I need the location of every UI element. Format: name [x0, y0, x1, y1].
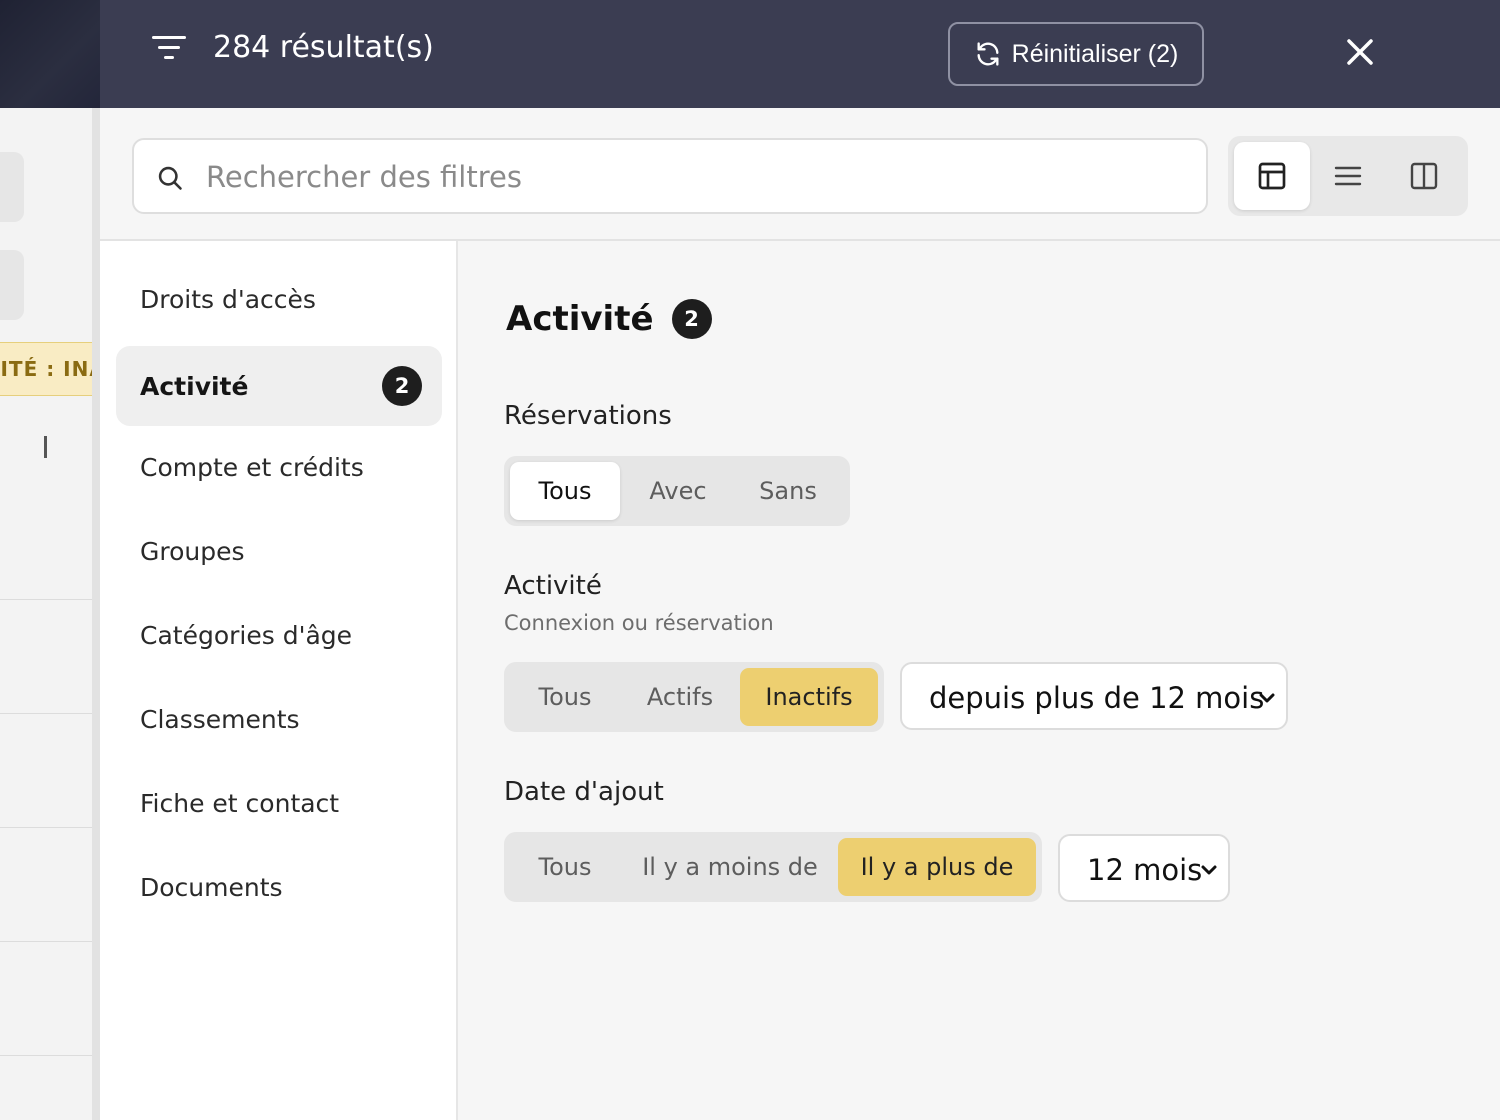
activity-period-select[interactable]: depuis plus de 12 mois	[900, 662, 1288, 730]
sidebar-item-label: Fiche et contact	[140, 788, 340, 818]
divider	[0, 941, 100, 942]
drawer-shadow	[92, 108, 100, 1120]
date-added-segmented-control: Tous Il y a moins de Il y a plus de	[504, 832, 1042, 902]
reservations-label: Réservations	[504, 401, 672, 431]
search-icon	[158, 166, 182, 190]
activity-label: Activité	[504, 571, 602, 601]
date-added-option-tous[interactable]: Tous	[510, 838, 620, 896]
divider	[0, 599, 100, 600]
search-input[interactable]	[206, 152, 1186, 202]
sidebar-item-label: Classements	[140, 704, 300, 734]
section-title-text: Activité	[506, 299, 654, 339]
background-header	[0, 0, 100, 108]
reset-filters-label: Réinitialiser (2)	[1011, 39, 1179, 68]
reservations-option-tous[interactable]: Tous	[510, 462, 620, 520]
reservations-option-avec[interactable]: Avec	[626, 462, 730, 520]
sidebar-item-documents[interactable]: Documents	[116, 847, 442, 927]
chevron-down-icon	[1259, 693, 1275, 703]
background-control	[0, 250, 24, 320]
activity-period-value: depuis plus de 12 mois	[929, 681, 1265, 715]
close-icon	[1347, 39, 1373, 65]
filter-panel: Activité 2 Réservations Tous Avec Sans A…	[458, 241, 1500, 1120]
background-app: VITÉ : INA	[0, 0, 100, 1120]
filter-category-sidebar: Droits d'accès Activité 2 Compte et créd…	[100, 241, 458, 1120]
date-added-period-select[interactable]: 12 mois	[1058, 834, 1230, 902]
date-added-label: Date d'ajout	[504, 777, 664, 807]
date-added-option-moins[interactable]: Il y a moins de	[626, 838, 834, 896]
filter-icon	[152, 34, 186, 62]
list-icon	[1334, 166, 1362, 186]
activity-option-tous[interactable]: Tous	[510, 668, 620, 726]
layout-icon	[1258, 162, 1286, 190]
divider	[0, 827, 100, 828]
columns-icon	[1410, 162, 1438, 190]
background-status-badge: VITÉ : INA	[0, 342, 100, 396]
sidebar-item-categories-age[interactable]: Catégories d'âge	[116, 595, 442, 675]
reset-filters-button[interactable]: Réinitialiser (2)	[948, 22, 1204, 86]
reservations-segmented-control: Tous Avec Sans	[504, 456, 850, 526]
sidebar-item-compte-credits[interactable]: Compte et crédits	[116, 427, 442, 507]
activity-option-inactifs[interactable]: Inactifs	[740, 668, 878, 726]
sidebar-item-activite[interactable]: Activité 2	[116, 346, 442, 426]
chevron-down-icon	[1201, 865, 1217, 875]
activity-segmented-control: Tous Actifs Inactifs	[504, 662, 884, 732]
background-control	[0, 152, 24, 222]
view-mode-switcher	[1228, 136, 1468, 216]
filter-drawer: 284 résultat(s) Réinitialiser (2) Recher…	[100, 0, 1500, 1120]
reservations-option-sans[interactable]: Sans	[734, 462, 842, 520]
date-added-period-value: 12 mois	[1087, 853, 1203, 887]
view-mode-panel-button[interactable]	[1234, 142, 1310, 210]
sidebar-item-groupes[interactable]: Groupes	[116, 511, 442, 591]
sidebar-item-droits-acces[interactable]: Droits d'accès	[116, 259, 442, 339]
sidebar-item-label: Documents	[140, 872, 283, 902]
search-field[interactable]	[132, 138, 1208, 214]
text-cursor	[44, 436, 47, 458]
view-mode-columns-button[interactable]	[1386, 142, 1462, 210]
divider	[0, 713, 100, 714]
search-bar-row	[100, 108, 1500, 241]
results-count: 284 résultat(s)	[213, 30, 434, 65]
date-added-option-plus[interactable]: Il y a plus de	[838, 838, 1036, 896]
sidebar-item-fiche-contact[interactable]: Fiche et contact	[116, 763, 442, 843]
sidebar-item-label: Catégories d'âge	[140, 620, 353, 650]
sidebar-item-label: Groupes	[140, 536, 245, 566]
section-title: Activité 2	[506, 299, 712, 339]
sidebar-item-count-badge: 2	[382, 366, 422, 406]
section-count-badge: 2	[671, 299, 712, 339]
activity-option-actifs[interactable]: Actifs	[626, 668, 734, 726]
sidebar-item-classements[interactable]: Classements	[116, 679, 442, 759]
drawer-header: 284 résultat(s) Réinitialiser (2)	[100, 0, 1500, 108]
activity-sublabel: Connexion ou réservation	[504, 611, 774, 635]
sidebar-item-label: Activité	[140, 371, 249, 401]
refresh-icon	[977, 42, 999, 66]
sidebar-item-label: Droits d'accès	[140, 284, 316, 314]
close-button[interactable]	[1340, 32, 1380, 72]
divider	[0, 1055, 100, 1056]
view-mode-list-button[interactable]	[1310, 142, 1386, 210]
sidebar-item-label: Compte et crédits	[140, 452, 364, 482]
